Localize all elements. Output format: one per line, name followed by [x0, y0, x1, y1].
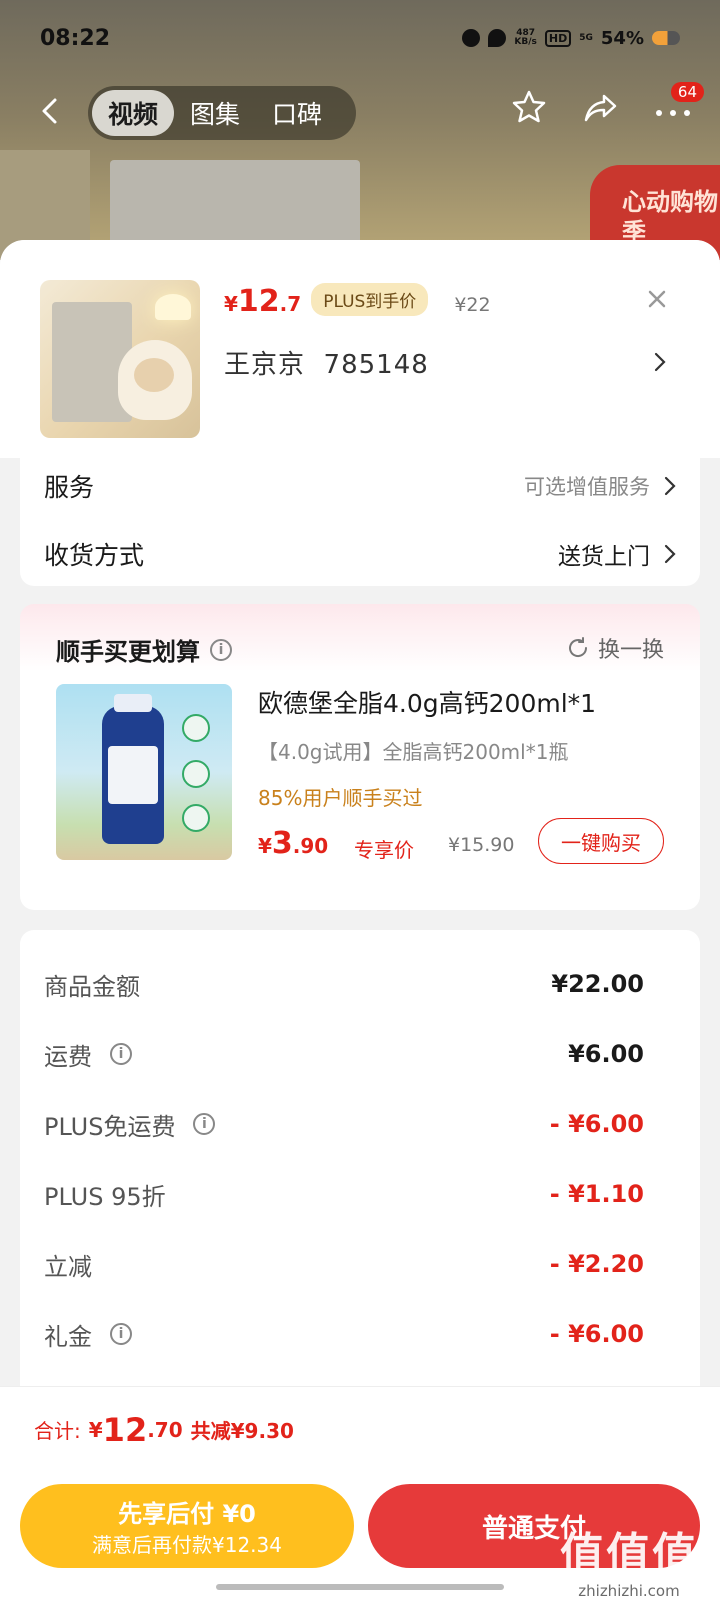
- bundle-product-image[interactable]: [56, 684, 232, 860]
- service-value: 可选增值服务: [524, 475, 650, 499]
- total-label: 合计:: [34, 1419, 81, 1443]
- fee-row: 商品金额 ¥22.00: [44, 964, 644, 1004]
- bundle-card: 顺手买更划算 i 换一换 欧德堡全脂4.0g高钙200ml*1 【4.0g试用】…: [20, 604, 700, 910]
- top-nav: 视频 图集 口碑 64: [0, 82, 720, 140]
- service-label: 服务: [44, 473, 95, 502]
- tab-video[interactable]: 视频: [92, 90, 175, 136]
- pay-later-subtitle: 满意后再付款¥12.34: [92, 1533, 282, 1557]
- status-time: 08:22: [40, 25, 111, 51]
- signal-icon: 5G: [579, 32, 593, 43]
- pay-later-title: 先享后付 ¥0: [118, 1500, 256, 1528]
- bundle-original-price: ¥15.90: [448, 834, 515, 856]
- status-bar: 08:22 487 KB/s HD 5G 54%: [40, 20, 680, 56]
- location-icon: [488, 29, 507, 47]
- sku-price-row: ¥12.7 PLUS到手价 ¥22: [224, 283, 491, 320]
- product-thumbnail: [40, 280, 200, 438]
- pay-later-button[interactable]: 先享后付 ¥0 满意后再付款¥12.34: [20, 1484, 354, 1568]
- fee-label: PLUS免运费: [44, 1112, 176, 1141]
- total-integer: 12: [102, 1410, 148, 1449]
- one-click-buy-button[interactable]: 一键购买: [538, 818, 664, 864]
- refresh-icon: [568, 637, 587, 657]
- bundle-price: ¥3.90: [258, 826, 329, 861]
- fee-row: PLUS免运费 i - ¥6.00: [44, 1104, 644, 1144]
- options-card: 服务 可选增值服务 收货方式 送货上门: [20, 458, 700, 586]
- spec-name: 王京京: [224, 350, 306, 380]
- sku-header: ¥12.7 PLUS到手价 ¥22 王京京 785148: [0, 240, 720, 458]
- fee-amount: ¥22.00: [551, 970, 644, 998]
- fee-label: 运费: [44, 1042, 92, 1071]
- fee-label: 立减: [44, 1252, 92, 1281]
- hd-icon: HD: [544, 29, 572, 47]
- watermark-logo: 值值值: [560, 1529, 698, 1580]
- bundle-title: 顺手买更划算 i: [56, 632, 232, 667]
- fee-label: PLUS 95折: [44, 1182, 166, 1211]
- fee-amount: - ¥2.20: [549, 1250, 644, 1278]
- chevron-right-icon: [664, 544, 676, 564]
- info-icon[interactable]: i: [210, 638, 232, 661]
- delivery-row[interactable]: 收货方式 送货上门: [44, 534, 676, 574]
- delivery-label: 收货方式: [44, 541, 145, 570]
- fee-row: 立减 - ¥2.20: [44, 1244, 644, 1284]
- media-tabs: 视频 图集 口碑: [88, 86, 356, 140]
- swap-label: 换一换: [597, 638, 664, 663]
- fee-amount: - ¥6.00: [549, 1110, 644, 1138]
- fee-amount: ¥6.00: [568, 1040, 644, 1068]
- back-icon[interactable]: [36, 96, 66, 126]
- bundle-product-name[interactable]: 欧德堡全脂4.0g高钙200ml*1: [258, 684, 596, 720]
- close-icon[interactable]: [644, 286, 670, 312]
- share-icon[interactable]: [582, 88, 620, 126]
- battery-icon: [652, 31, 680, 45]
- more-icon[interactable]: 64: [654, 82, 704, 126]
- chevron-right-icon[interactable]: [654, 352, 666, 372]
- bundle-bought-percent: 85%用户顺手买过: [258, 786, 423, 810]
- delivery-value: 送货上门: [558, 544, 650, 570]
- plus-price-tag: PLUS到手价: [311, 283, 429, 316]
- swap-button[interactable]: 换一换: [566, 632, 664, 664]
- selected-spec[interactable]: 王京京 785148: [224, 344, 429, 381]
- message-badge: 64: [670, 82, 704, 102]
- fee-label: 商品金额: [44, 972, 140, 1001]
- fee-amount: - ¥1.10: [549, 1180, 644, 1208]
- total-saved: 共减¥9.30: [190, 1419, 294, 1443]
- net-speed: 487 KB/s: [514, 28, 537, 47]
- total-bar: 合计: ¥ 12 .70 共减¥9.30: [0, 1386, 720, 1472]
- chevron-right-icon: [664, 476, 676, 496]
- tab-reviews[interactable]: 口碑: [256, 90, 338, 136]
- exclusive-price-label: 专享价: [354, 838, 414, 862]
- sku-price: ¥12.7: [224, 284, 302, 319]
- fee-row: 运费 i ¥6.00: [44, 1034, 644, 1074]
- fee-label: 礼金: [44, 1322, 92, 1351]
- info-icon[interactable]: i: [110, 1043, 132, 1065]
- spec-code: 785148: [323, 350, 429, 380]
- fee-amount: - ¥6.00: [549, 1320, 644, 1348]
- home-indicator[interactable]: [216, 1584, 504, 1590]
- original-price: ¥22: [454, 294, 491, 316]
- tab-gallery[interactable]: 图集: [174, 90, 256, 136]
- total-currency: ¥: [88, 1417, 103, 1442]
- battery-percent: 54%: [600, 27, 644, 49]
- info-icon[interactable]: i: [193, 1113, 216, 1135]
- fee-breakdown-card: 商品金额 ¥22.00 运费 i ¥6.00 PLUS免运费 i - ¥6.00 P…: [20, 930, 700, 1410]
- nav-actions: 64: [510, 82, 704, 126]
- watermark: 值值值 zhizhizhi.com: [560, 1518, 698, 1600]
- info-icon[interactable]: i: [110, 1323, 132, 1345]
- total-decimal: .70: [147, 1417, 183, 1442]
- bundle-product-subtitle: 【4.0g试用】全脂高钙200ml*1瓶: [258, 740, 569, 764]
- fee-row: 礼金 i - ¥6.00: [44, 1314, 644, 1354]
- fee-row: PLUS 95折 - ¥1.10: [44, 1174, 644, 1214]
- service-row[interactable]: 服务 可选增值服务: [44, 466, 676, 506]
- alarm-icon: [462, 29, 481, 47]
- favorite-star-icon[interactable]: [510, 88, 548, 126]
- watermark-site: zhizhizhi.com: [578, 1582, 680, 1600]
